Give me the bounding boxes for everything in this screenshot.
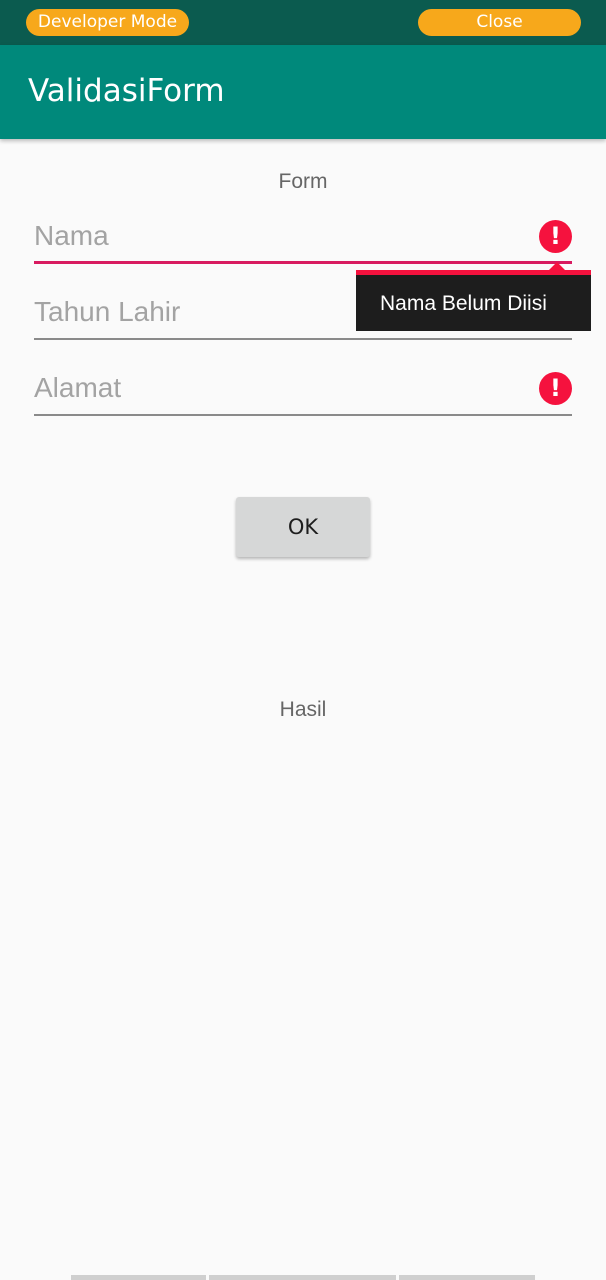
nama-underline — [34, 261, 572, 264]
app-bar: ValidasiForm — [0, 45, 606, 139]
alamat-underline — [34, 414, 572, 416]
alamat-input[interactable] — [34, 366, 524, 410]
tahun-lahir-underline — [34, 338, 572, 340]
error-icon[interactable]: ! — [539, 220, 572, 253]
nama-input[interactable] — [34, 214, 524, 258]
close-button[interactable]: Close — [418, 9, 581, 36]
nav-bar-segment — [209, 1275, 396, 1280]
nav-bar-segment — [399, 1275, 535, 1280]
error-icon[interactable]: ! — [539, 372, 572, 405]
status-bar: Developer Mode Close — [0, 0, 606, 45]
error-tooltip: Nama Belum Diisi — [356, 270, 591, 331]
form-heading: Form — [278, 170, 328, 193]
nav-bar-segment — [71, 1275, 206, 1280]
result-label: Hasil — [279, 698, 327, 721]
nama-field[interactable]: ! — [34, 214, 572, 264]
app-title: ValidasiForm — [28, 73, 225, 109]
error-tooltip-text: Nama Belum Diisi — [380, 292, 547, 315]
ok-button[interactable]: OK — [236, 497, 370, 557]
alamat-field[interactable]: ! — [34, 366, 572, 416]
developer-mode-button[interactable]: Developer Mode — [26, 9, 189, 36]
